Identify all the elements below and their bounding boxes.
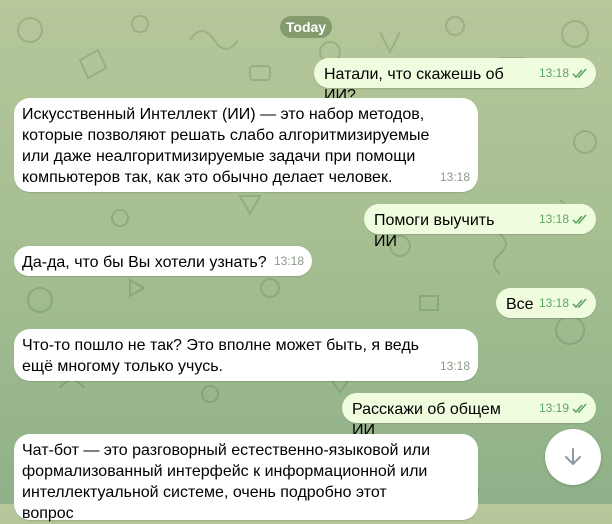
message-bubble-incoming[interactable]: Что-то пошло не так? Это вполне может бы… — [14, 329, 478, 381]
message-time: 13:19 — [538, 401, 569, 415]
double-check-icon — [572, 298, 587, 309]
message-meta: 13:18 — [274, 251, 304, 272]
double-check-icon — [572, 403, 587, 414]
scroll-to-bottom-button[interactable] — [545, 429, 601, 485]
message-meta: 13:18 — [539, 209, 588, 230]
message-bubble-incoming[interactable]: Чат-бот — это разговорный естественно-яз… — [14, 434, 478, 522]
message-text: Все — [506, 296, 534, 313]
message-meta: 13:19 — [539, 398, 588, 419]
arrow-down-icon — [565, 448, 581, 465]
message-time: 13:18 — [538, 66, 569, 80]
message-bubble-outgoing[interactable]: Расскажи об общем ИИ 13:19 — [342, 393, 596, 439]
message-time: 13:18 — [538, 296, 569, 310]
message-bubble-incoming[interactable]: Искусственный Интеллект (ИИ) — это набор… — [14, 98, 478, 192]
message-time: 13:18 — [439, 170, 470, 184]
chat-area[interactable]: Today Натали, что скажешь об ИИ? 13:18 И… — [0, 0, 612, 522]
date-separator: Today — [280, 16, 332, 38]
double-check-icon — [572, 214, 587, 225]
message-time: 13:18 — [439, 359, 470, 373]
message-meta: 13:18 — [440, 356, 470, 377]
message-bubble-outgoing[interactable]: Натали, что скажешь об ИИ? 13:18 — [314, 58, 596, 104]
message-meta: 13:18 — [440, 167, 470, 188]
message-bubble-outgoing[interactable]: Помоги выучить ИИ 13:18 — [364, 204, 596, 250]
message-text: Помоги выучить ИИ — [374, 212, 495, 250]
message-time: 13:18 — [538, 212, 569, 226]
message-text: Да-да, что бы Вы хотели узнать? — [22, 254, 267, 271]
message-bubble-incoming[interactable]: Да-да, что бы Вы хотели узнать? 13:18 — [14, 246, 312, 276]
message-text: Что-то пошло не так? Это вполне может бы… — [22, 337, 420, 375]
message-bubble-outgoing[interactable]: Все 13:18 — [496, 288, 596, 318]
message-text: Чат-бот — это разговорный естественно-яз… — [22, 442, 431, 522]
message-meta: 13:18 — [539, 293, 588, 314]
double-check-icon — [572, 68, 587, 79]
message-text: Искусственный Интеллект (ИИ) — это набор… — [22, 106, 430, 186]
message-meta: 13:18 — [539, 63, 588, 84]
message-time: 13:18 — [273, 254, 304, 268]
